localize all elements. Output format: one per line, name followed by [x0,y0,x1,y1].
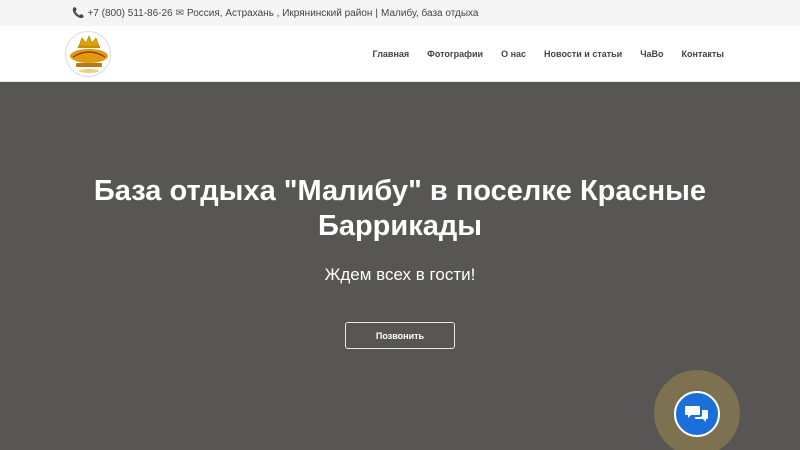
logo-graphic [70,35,108,73]
mail-icon: ✉ [175,7,184,19]
call-button[interactable]: Позвонить [345,322,455,349]
site-name: Малибу, база отдыха [381,7,479,19]
phone-number[interactable]: +7 (800) 511-86-26 [87,8,172,19]
phone-icon: 📞 [72,7,85,19]
topbar-separator: | [375,7,379,19]
contact-bar: 📞 +7 (800) 511-86-26 ✉ Россия, Астрахань… [0,0,800,26]
nav-faq[interactable]: ЧаВо [640,49,663,59]
hero-subtitle: Ждем всех в гости! [324,265,476,284]
chat-bubbles-icon [685,406,708,422]
nav-photos[interactable]: Фотографии [427,49,483,59]
location-text: Россия, Астрахань , Икрянинский район [187,7,373,19]
chat-widget-button[interactable] [674,391,720,437]
hero-title: База отдыха "Малибу" в поселке Красные Б… [93,175,707,242]
malibu-crown-logo[interactable] [65,31,111,77]
main-nav: Главная Фотографии О нас Новости и стать… [355,26,724,82]
site-header: Главная Фотографии О нас Новости и стать… [0,26,800,82]
nav-news[interactable]: Новости и статьи [544,49,622,59]
nav-contacts[interactable]: Контакты [682,49,724,59]
nav-about[interactable]: О нас [501,49,526,59]
nav-home[interactable]: Главная [373,49,410,59]
